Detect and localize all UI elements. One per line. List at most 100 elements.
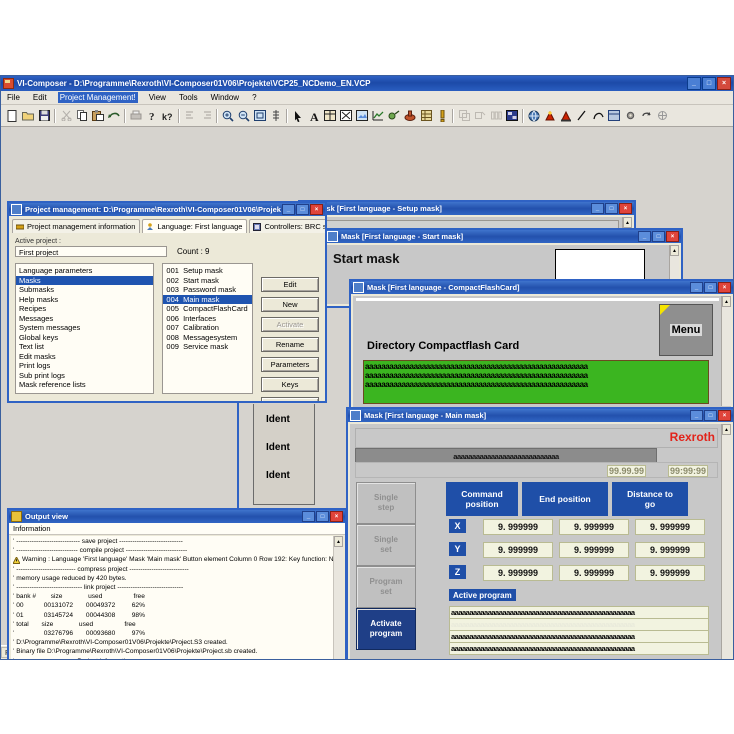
- mm-minimize-button[interactable]: _: [690, 410, 703, 421]
- rename-button[interactable]: Rename: [261, 337, 319, 352]
- output-vertical-scrollbar[interactable]: ▲ ▼: [333, 536, 343, 659]
- project-management-window[interactable]: Project management: D:\Programme\Rexroth…: [7, 201, 327, 403]
- menu-item-tools[interactable]: Tools: [177, 92, 200, 103]
- list-item[interactable]: Text list: [16, 342, 153, 352]
- tab-controllers-brc-symbolic[interactable]: Controllers: BRC symbolic: [249, 219, 325, 233]
- close-button[interactable]: ×: [717, 77, 731, 90]
- program-set-button[interactable]: Program set: [356, 566, 416, 608]
- compactflash-mask-window[interactable]: Mask [First language - CompactFlashCard]…: [349, 279, 733, 419]
- menu-item-view[interactable]: View: [147, 92, 168, 103]
- align-left-icon[interactable]: [182, 108, 198, 124]
- list-item[interactable]: System messages: [16, 323, 153, 333]
- cf-minimize-button[interactable]: _: [690, 282, 703, 293]
- single-set-button[interactable]: Single set: [356, 524, 416, 566]
- align-right-icon[interactable]: [198, 108, 214, 124]
- list-item[interactable]: Global keys: [16, 333, 153, 343]
- cf-maximize-button[interactable]: □: [704, 282, 717, 293]
- menu-item-help[interactable]: ?: [250, 92, 258, 103]
- scroll-up-arrow-icon[interactable]: ▲: [722, 296, 731, 307]
- cf-vertical-scrollbar[interactable]: ▲: [721, 296, 731, 406]
- list-item[interactable]: Language parameters: [16, 266, 153, 276]
- list-item[interactable]: Edit masks: [16, 352, 153, 362]
- out-maximize-button[interactable]: □: [316, 511, 329, 522]
- keys-button[interactable]: Keys: [261, 377, 319, 392]
- active-project-value[interactable]: First project: [15, 246, 167, 257]
- mask-list-item[interactable]: 006 Interfaces: [163, 314, 252, 324]
- undo-arrow-icon[interactable]: [106, 108, 122, 124]
- link-tool-icon[interactable]: [386, 108, 402, 124]
- ruler-icon[interactable]: [268, 108, 284, 124]
- tab-language-first-language[interactable]: Language: First language: [142, 219, 248, 233]
- mm-vertical-scrollbar[interactable]: ▲ ▼: [721, 424, 731, 659]
- menu-item-file[interactable]: File: [5, 92, 22, 103]
- category-listbox[interactable]: Language parameters Masks Submasks Help …: [15, 263, 155, 394]
- start-minimize-button[interactable]: _: [638, 231, 651, 242]
- maximize-button[interactable]: □: [702, 77, 716, 90]
- rotate-icon[interactable]: [638, 108, 654, 124]
- mask-listbox[interactable]: 001 Setup mask 002 Start mask 003 Passwo…: [162, 263, 253, 394]
- start-maximize-button[interactable]: □: [652, 231, 665, 242]
- frame-tool-icon[interactable]: [606, 108, 622, 124]
- distribute-icon[interactable]: [488, 108, 504, 124]
- menu-item-window[interactable]: Window: [209, 92, 241, 103]
- copy-icon[interactable]: [74, 108, 90, 124]
- download-icon[interactable]: [558, 108, 574, 124]
- edit-button[interactable]: Edit: [261, 277, 319, 292]
- table-tool-icon[interactable]: [322, 108, 338, 124]
- scroll-up-arrow-icon[interactable]: ▲: [623, 217, 632, 228]
- list-item[interactable]: Submasks: [16, 285, 153, 295]
- output-view-log[interactable]: ' ----------------------------- save proj…: [11, 536, 334, 659]
- zoom-out-icon[interactable]: [236, 108, 252, 124]
- menu-item-edit[interactable]: Edit: [31, 92, 49, 103]
- tab-project-management-information[interactable]: Project management information: [12, 219, 141, 233]
- mm-close-button[interactable]: ×: [718, 410, 731, 421]
- text-tool-icon[interactable]: A: [306, 108, 322, 124]
- pm-maximize-button[interactable]: □: [296, 204, 309, 215]
- cf-close-button[interactable]: ×: [718, 282, 731, 293]
- minimize-button[interactable]: _: [687, 77, 701, 90]
- help-question-icon[interactable]: ?: [144, 108, 160, 124]
- menu-button[interactable]: Menu: [659, 304, 713, 356]
- mm-maximize-button[interactable]: □: [704, 410, 717, 421]
- paste-icon[interactable]: [90, 108, 106, 124]
- list-item[interactable]: Print logs: [16, 361, 153, 371]
- mask-list-item[interactable]: 009 Service mask: [163, 342, 252, 352]
- start-close-button[interactable]: ×: [666, 231, 679, 242]
- single-step-button[interactable]: Single step: [356, 482, 416, 524]
- new-button[interactable]: New: [261, 297, 319, 312]
- ungroup-icon[interactable]: [472, 108, 488, 124]
- mask-list-item[interactable]: 003 Password mask: [163, 285, 252, 295]
- chart-tool-icon[interactable]: [370, 108, 386, 124]
- zoom-fit-icon[interactable]: [252, 108, 268, 124]
- activate-program-button[interactable]: Activate program: [356, 608, 416, 650]
- stamp-tool-icon[interactable]: [402, 108, 418, 124]
- pm-minimize-button[interactable]: _: [282, 204, 295, 215]
- zoom-in-icon[interactable]: [220, 108, 236, 124]
- mask-list-item[interactable]: 002 Start mask: [163, 276, 252, 286]
- globe-icon[interactable]: [526, 108, 542, 124]
- cut-scissors-icon[interactable]: [58, 108, 74, 124]
- parameters-button[interactable]: Parameters: [261, 357, 319, 372]
- list-item[interactable]: Help masks: [16, 295, 153, 305]
- main-mask-window[interactable]: Mask [First language - Main mask] _ □ × …: [346, 407, 733, 659]
- output-view-window[interactable]: Output view _ □ × Information ' ---------…: [7, 508, 347, 659]
- print-icon[interactable]: [128, 108, 144, 124]
- list-item-selected[interactable]: Masks: [16, 275, 154, 285]
- setup-close-button[interactable]: ×: [619, 203, 632, 214]
- scroll-up-arrow-icon[interactable]: ▲: [670, 245, 679, 256]
- compactflash-directory-list[interactable]: aaaaaaaaaaaaaaaaaaaaaaaaaaaaaaaaaaaaaaaa…: [363, 360, 709, 404]
- open-folder-icon[interactable]: [20, 108, 36, 124]
- pan-icon[interactable]: [654, 108, 670, 124]
- pm-close-button[interactable]: ×: [310, 204, 323, 215]
- list-item[interactable]: Sub print logs: [16, 371, 153, 381]
- scroll-up-arrow-icon[interactable]: ▲: [334, 536, 343, 547]
- settings-gear-icon[interactable]: [622, 108, 638, 124]
- new-file-icon[interactable]: [4, 108, 20, 124]
- pointer-arrow-icon[interactable]: [290, 108, 306, 124]
- setup-maximize-button[interactable]: □: [605, 203, 618, 214]
- context-help-icon[interactable]: k?: [160, 108, 176, 124]
- menu-item-project-management[interactable]: Project Management!: [57, 92, 138, 103]
- mask-list-item-selected[interactable]: 004 Main mask: [163, 294, 252, 304]
- group-icon[interactable]: [456, 108, 472, 124]
- variable-tool-icon[interactable]: [338, 108, 354, 124]
